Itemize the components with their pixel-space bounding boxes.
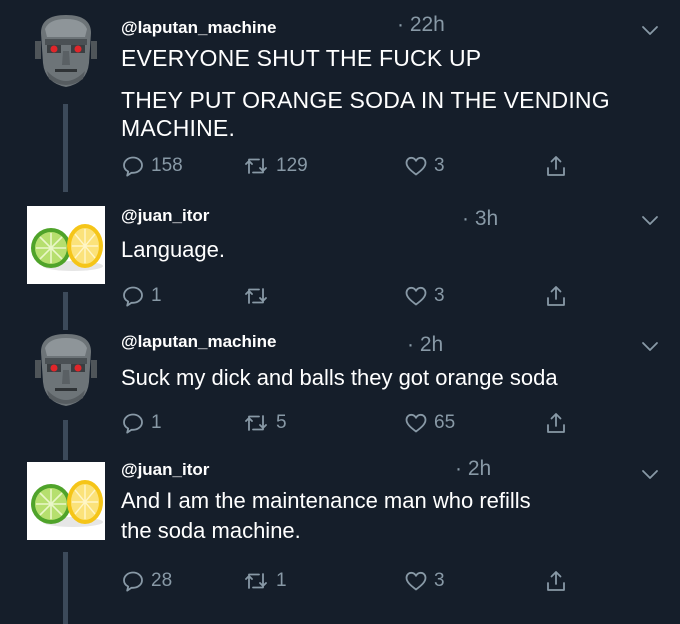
share-icon — [544, 284, 568, 308]
reply-icon — [121, 411, 145, 435]
tweet-text-line: Language. — [121, 237, 225, 262]
share-button[interactable] — [544, 409, 568, 437]
reply-button[interactable]: 1 — [121, 409, 162, 437]
reply-count: 158 — [151, 155, 183, 176]
share-button[interactable] — [544, 282, 568, 310]
like-button[interactable]: 3 — [404, 567, 445, 595]
tweet-text-line: And I am the maintenance man who refills — [121, 488, 531, 513]
like-button[interactable]: 3 — [404, 282, 445, 310]
timestamp[interactable]: · 22h — [397, 13, 445, 37]
retweet-button[interactable]: 5 — [242, 409, 287, 437]
reply-icon — [121, 284, 145, 308]
heart-icon — [404, 284, 428, 308]
tweet-text-line: EVERYONE SHUT THE FUCK UP — [121, 45, 482, 71]
timestamp[interactable]: · 3h — [462, 207, 498, 231]
tweet-text-line: Suck my dick and balls they got orange s… — [121, 365, 558, 390]
share-button[interactable] — [544, 567, 568, 595]
reply-count: 28 — [151, 570, 173, 591]
robot-face-avatar-image — [27, 11, 105, 89]
retweet-button[interactable]: 1 — [242, 567, 287, 595]
tweet[interactable]: @juan_itor · 3h Language. 1 3 — [0, 196, 680, 320]
reply-button[interactable]: 1 — [121, 282, 162, 310]
lime-lemon-avatar-image — [27, 462, 105, 540]
heart-icon — [404, 154, 428, 178]
like-count: 3 — [434, 155, 445, 176]
avatar[interactable] — [27, 206, 105, 284]
reply-count: 1 — [151, 285, 162, 306]
retweet-icon — [242, 411, 270, 435]
avatar[interactable] — [27, 11, 105, 89]
reply-icon — [121, 154, 145, 178]
reply-button[interactable]: 28 — [121, 567, 172, 595]
retweet-count: 1 — [276, 570, 287, 591]
tweet-text: EVERYONE SHUT THE FUCK UP THEY PUT ORANG… — [121, 44, 641, 142]
tweet[interactable]: @laputan_machine · 2h Suck my dick and b… — [0, 320, 680, 450]
avatar[interactable] — [27, 462, 105, 540]
like-button[interactable]: 3 — [404, 152, 445, 180]
retweet-button[interactable]: 129 — [242, 152, 308, 180]
share-icon — [544, 154, 568, 178]
reply-button[interactable]: 158 — [121, 152, 183, 180]
heart-icon — [404, 569, 428, 593]
chevron-down-icon[interactable] — [640, 340, 660, 354]
robot-face-avatar-image — [27, 330, 105, 408]
like-button[interactable]: 65 — [404, 409, 455, 437]
tweet-actions: 158 129 3 — [0, 152, 680, 180]
tweet[interactable]: @laputan_machine · 22h EVERYONE SHUT THE… — [0, 0, 680, 196]
retweet-icon — [242, 154, 270, 178]
chevron-down-icon[interactable] — [640, 214, 660, 228]
tweet-text: Suck my dick and balls they got orange s… — [121, 363, 641, 393]
tweet-text-line: THEY PUT ORANGE SODA IN THE VENDING MACH… — [121, 87, 610, 141]
retweet-icon — [242, 569, 270, 593]
tweet-actions: 1 3 — [0, 282, 680, 310]
user-handle[interactable]: @juan_itor — [121, 460, 209, 480]
retweet-count: 129 — [276, 155, 308, 176]
timestamp[interactable]: · 2h — [407, 333, 443, 357]
like-count: 3 — [434, 570, 445, 591]
tweet-text: Language. — [121, 235, 641, 265]
retweet-icon — [242, 284, 270, 308]
retweet-button[interactable] — [242, 282, 276, 310]
reply-count: 1 — [151, 412, 162, 433]
tweet[interactable]: @juan_itor · 2h And I am the maintenance… — [0, 450, 680, 624]
avatar[interactable] — [27, 330, 105, 408]
like-count: 3 — [434, 285, 445, 306]
tweet-text-line: the soda machine. — [121, 518, 301, 543]
like-count: 65 — [434, 412, 456, 433]
timestamp[interactable]: · 2h — [455, 457, 491, 481]
share-button[interactable] — [544, 152, 568, 180]
tweet-actions: 1 5 65 — [0, 409, 680, 437]
user-handle[interactable]: @laputan_machine — [121, 18, 276, 38]
share-icon — [544, 411, 568, 435]
chevron-down-icon[interactable] — [640, 24, 660, 38]
user-handle[interactable]: @juan_itor — [121, 206, 209, 226]
chevron-down-icon[interactable] — [640, 468, 660, 482]
retweet-count: 5 — [276, 412, 287, 433]
reply-icon — [121, 569, 145, 593]
tweet-actions: 28 1 3 — [0, 567, 680, 595]
user-handle[interactable]: @laputan_machine — [121, 332, 276, 352]
share-icon — [544, 569, 568, 593]
heart-icon — [404, 411, 428, 435]
tweet-text: And I am the maintenance man who refills… — [121, 486, 641, 546]
lime-lemon-avatar-image — [27, 206, 105, 284]
